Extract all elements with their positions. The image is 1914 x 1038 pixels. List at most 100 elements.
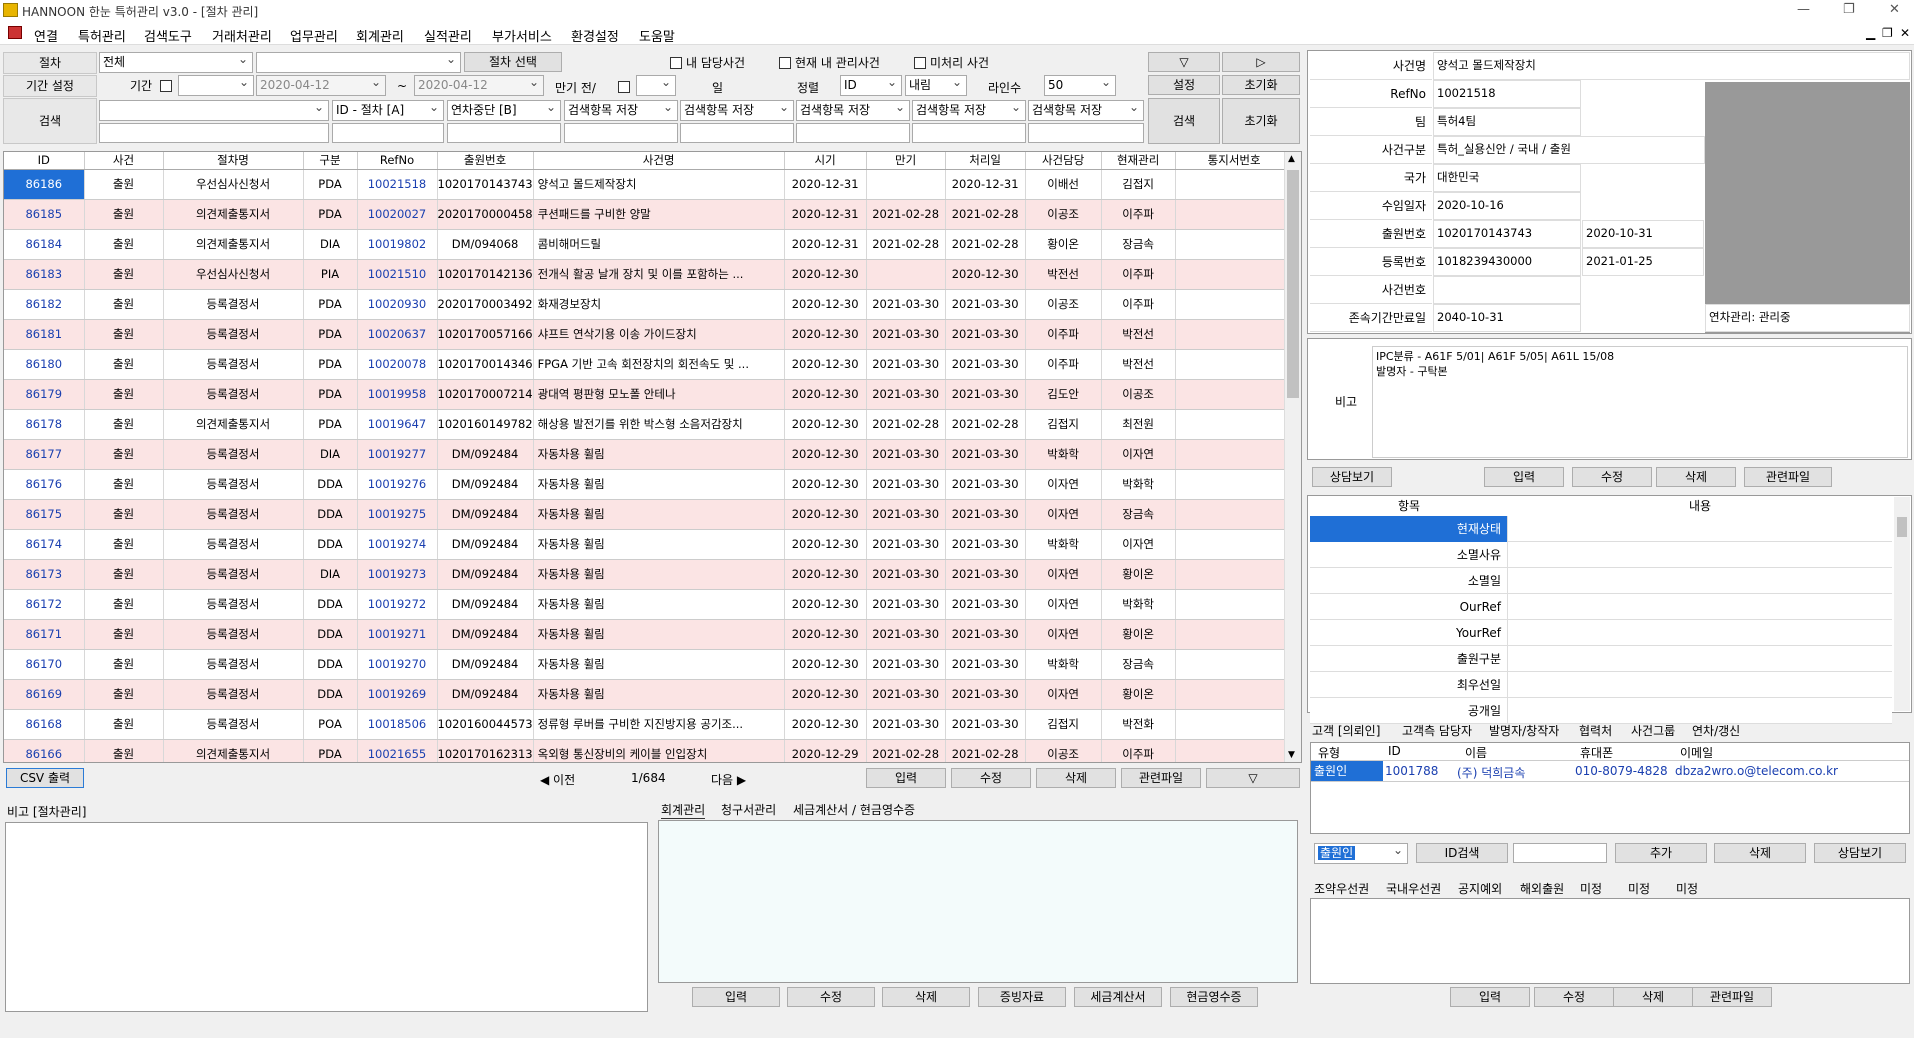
detail-files-button[interactable]: 관련파일 bbox=[1744, 467, 1832, 487]
menu-help[interactable]: 도움말 bbox=[639, 26, 675, 45]
search-button[interactable]: 검색 bbox=[1148, 98, 1220, 144]
procedure-grid[interactable]: ID 사건 절차명 구분 RefNo 출원번호 사건명 시기 만기 처리일 사건담당 현재관리 통지서번… bbox=[3, 151, 1302, 763]
tab-invoices[interactable]: 청구서관리 bbox=[721, 801, 776, 818]
priority-tab[interactable]: 미정 bbox=[1580, 880, 1602, 897]
search-keyword-select[interactable] bbox=[99, 100, 329, 121]
collapse-down-button[interactable]: ▽ bbox=[1148, 52, 1220, 72]
client-add-button[interactable]: 추가 bbox=[1615, 843, 1707, 863]
acct-delete-button[interactable]: 삭제 bbox=[882, 987, 970, 1007]
grid-col-header[interactable]: ID bbox=[4, 152, 85, 170]
priority-tab[interactable]: 미정 bbox=[1628, 880, 1650, 897]
grid-col-header[interactable]: 사건명 bbox=[533, 152, 785, 170]
priority-tab[interactable]: 해외출원 bbox=[1520, 880, 1564, 897]
table-row[interactable]: 86169 출원 등록결정서 DDA 10019269 DM/092484 자동차용 휠림 2… bbox=[4, 679, 1294, 710]
table-row[interactable]: 86172 출원 등록결정서 DDA 10019272 DM/092484 자동차용 휠림 2… bbox=[4, 589, 1294, 620]
mdi-close-icon[interactable]: ✕ bbox=[1900, 26, 1910, 40]
mdi-minimize-icon[interactable]: ▁ bbox=[1866, 26, 1875, 40]
acct-input-button[interactable]: 입력 bbox=[692, 987, 780, 1007]
date-from-picker[interactable]: 2020-04-12 bbox=[256, 75, 386, 96]
scroll-down-icon[interactable]: ▼ bbox=[1288, 750, 1295, 760]
table-row[interactable]: 86180 출원 등록결정서 PDA 10020078 1020170014346 FPGA… bbox=[4, 349, 1294, 380]
table-row[interactable]: 86181 출원 등록결정서 PDA 10020637 1020170057166 샤프트 … bbox=[4, 319, 1294, 350]
menu-settings[interactable]: 환경설정 bbox=[571, 26, 619, 45]
priority-files-button[interactable]: 관련파일 bbox=[1692, 987, 1772, 1007]
minimize-icon[interactable]: — bbox=[1797, 2, 1810, 17]
item-row[interactable]: OurRef bbox=[1310, 594, 1892, 620]
detail-input-button[interactable]: 입력 bbox=[1484, 467, 1564, 487]
grid-col-header[interactable]: 사건담당 bbox=[1025, 152, 1102, 170]
menu-patent[interactable]: 특허관리 bbox=[78, 26, 126, 45]
search-input-1[interactable] bbox=[332, 123, 444, 143]
client-tab[interactable]: 고객 [의뢰인] bbox=[1312, 722, 1380, 739]
table-row[interactable]: 86166 출원 의견제출통지서 PDA 10021655 1020170162313 옥외… bbox=[4, 739, 1294, 762]
search-field-1[interactable]: ID - 절차 [A] bbox=[332, 100, 444, 121]
my-cases-checkbox[interactable]: 내 담당사건 bbox=[670, 55, 745, 71]
grid-col-header[interactable]: 통지서번호 bbox=[1175, 152, 1294, 170]
menu-connect[interactable]: 연결 bbox=[34, 26, 58, 45]
client-consult-button[interactable]: 상담보기 bbox=[1814, 843, 1906, 863]
table-row[interactable]: 86173 출원 등록결정서 DIA 10019273 DM/092484 자동차용 휠림 2… bbox=[4, 559, 1294, 590]
table-row[interactable]: 86184 출원 의견제출통지서 DIA 10019802 DM/094068 콤비해머드릴… bbox=[4, 229, 1294, 260]
client-tab[interactable]: 발명자/창작자 bbox=[1489, 722, 1559, 739]
grid-col-header[interactable]: 만기 bbox=[866, 152, 946, 170]
order-select[interactable]: 내림 bbox=[905, 75, 967, 96]
table-row[interactable]: 86178 출원 의견제출통지서 PDA 10019647 1020160149782 해상… bbox=[4, 409, 1294, 440]
procedure-memo-textarea[interactable] bbox=[5, 822, 648, 1012]
search-field-5[interactable]: 검색항목 저장 bbox=[796, 100, 910, 121]
priority-input-button[interactable]: 입력 bbox=[1450, 987, 1530, 1007]
search-reset-button[interactable]: 초기화 bbox=[1222, 98, 1300, 144]
search-input-3[interactable] bbox=[564, 123, 678, 143]
restore-icon[interactable]: ❐ bbox=[1843, 2, 1855, 17]
menu-clients[interactable]: 거래처관리 bbox=[212, 26, 272, 45]
menu-extra[interactable]: 부가서비스 bbox=[492, 26, 552, 45]
client-id-input[interactable] bbox=[1513, 843, 1607, 863]
acct-tax-invoice-button[interactable]: 세금계산서 bbox=[1074, 987, 1162, 1007]
table-row[interactable]: 86179 출원 등록결정서 PDA 10019958 1020170007214 광대역 … bbox=[4, 379, 1294, 410]
unprocessed-checkbox[interactable]: 미처리 사건 bbox=[914, 55, 989, 71]
grid-col-header[interactable]: 절차명 bbox=[163, 152, 304, 170]
grid-more-button[interactable]: ▽ bbox=[1206, 768, 1300, 788]
grid-col-header[interactable]: 처리일 bbox=[945, 152, 1026, 170]
select-procedure-button[interactable]: 절차 선택 bbox=[464, 52, 562, 72]
detail-edit-button[interactable]: 수정 bbox=[1572, 467, 1652, 487]
menu-search-tools[interactable]: 검색도구 bbox=[144, 26, 192, 45]
priority-tab[interactable]: 조약우선권 bbox=[1314, 880, 1369, 897]
grid-edit-button[interactable]: 수정 bbox=[951, 768, 1031, 788]
items-scrollbar[interactable] bbox=[1894, 497, 1910, 711]
acct-evidence-button[interactable]: 증빙자료 bbox=[978, 987, 1066, 1007]
grid-col-header[interactable]: 구분 bbox=[303, 152, 358, 170]
search-field-6[interactable]: 검색항목 저장 bbox=[912, 100, 1026, 121]
priority-edit-button[interactable]: 수정 bbox=[1534, 987, 1614, 1007]
item-row[interactable]: 소멸사유 bbox=[1310, 542, 1892, 568]
table-row[interactable]: 86186 출원 우선심사신청서 PDA 10021518 1020170143743 양석… bbox=[4, 169, 1294, 200]
table-row[interactable]: 86170 출원 등록결정서 DDA 10019270 DM/092484 자동차용 휠림 2… bbox=[4, 649, 1294, 680]
next-right-button[interactable]: ▷ bbox=[1222, 52, 1300, 72]
search-input-6[interactable] bbox=[912, 123, 1026, 143]
client-tab[interactable]: 사건그룹 bbox=[1631, 722, 1675, 739]
reset-button[interactable]: 초기화 bbox=[1222, 75, 1300, 95]
client-type-select[interactable]: 출원인 bbox=[1314, 843, 1408, 864]
close-icon[interactable]: ✕ bbox=[1889, 2, 1900, 17]
menu-performance[interactable]: 실적관리 bbox=[424, 26, 472, 45]
procedure-detail-select[interactable] bbox=[256, 52, 461, 73]
search-input-5[interactable] bbox=[796, 123, 910, 143]
grid-col-header[interactable]: 현재관리 bbox=[1101, 152, 1176, 170]
table-row[interactable]: 86182 출원 등록결정서 PDA 10020930 2020170003492 화재경보… bbox=[4, 289, 1294, 320]
search-input-main[interactable] bbox=[99, 123, 329, 143]
sort-select[interactable]: ID bbox=[840, 75, 902, 96]
table-row[interactable]: 86177 출원 등록결정서 DIA 10019277 DM/092484 자동차용 휠림 2… bbox=[4, 439, 1294, 470]
client-row[interactable]: 출원인 1001788 (주) 덕희금속 010-8079-4828 dbza2… bbox=[1311, 760, 1909, 782]
grid-delete-button[interactable]: 삭제 bbox=[1036, 768, 1116, 788]
period-checkbox[interactable]: 기간 bbox=[130, 78, 176, 94]
client-tab[interactable]: 협력처 bbox=[1579, 722, 1612, 739]
grid-col-header[interactable]: 시기 bbox=[784, 152, 867, 170]
table-row[interactable]: 86176 출원 등록결정서 DDA 10019276 DM/092484 자동차용 휠림 2… bbox=[4, 469, 1294, 500]
settings-button[interactable]: 설정 bbox=[1148, 75, 1220, 95]
table-row[interactable]: 86175 출원 등록결정서 DDA 10019275 DM/092484 자동차용 휠림 2… bbox=[4, 499, 1294, 530]
table-row[interactable]: 86171 출원 등록결정서 DDA 10019271 DM/092484 자동차용 휠림 2… bbox=[4, 619, 1294, 650]
grid-input-button[interactable]: 입력 bbox=[866, 768, 946, 788]
search-field-3[interactable]: 검색항목 저장 bbox=[564, 100, 678, 121]
search-input-4[interactable] bbox=[680, 123, 794, 143]
grid-col-header[interactable]: 출원번호 bbox=[437, 152, 534, 170]
tab-accounting[interactable]: 회계관리 bbox=[661, 801, 706, 819]
